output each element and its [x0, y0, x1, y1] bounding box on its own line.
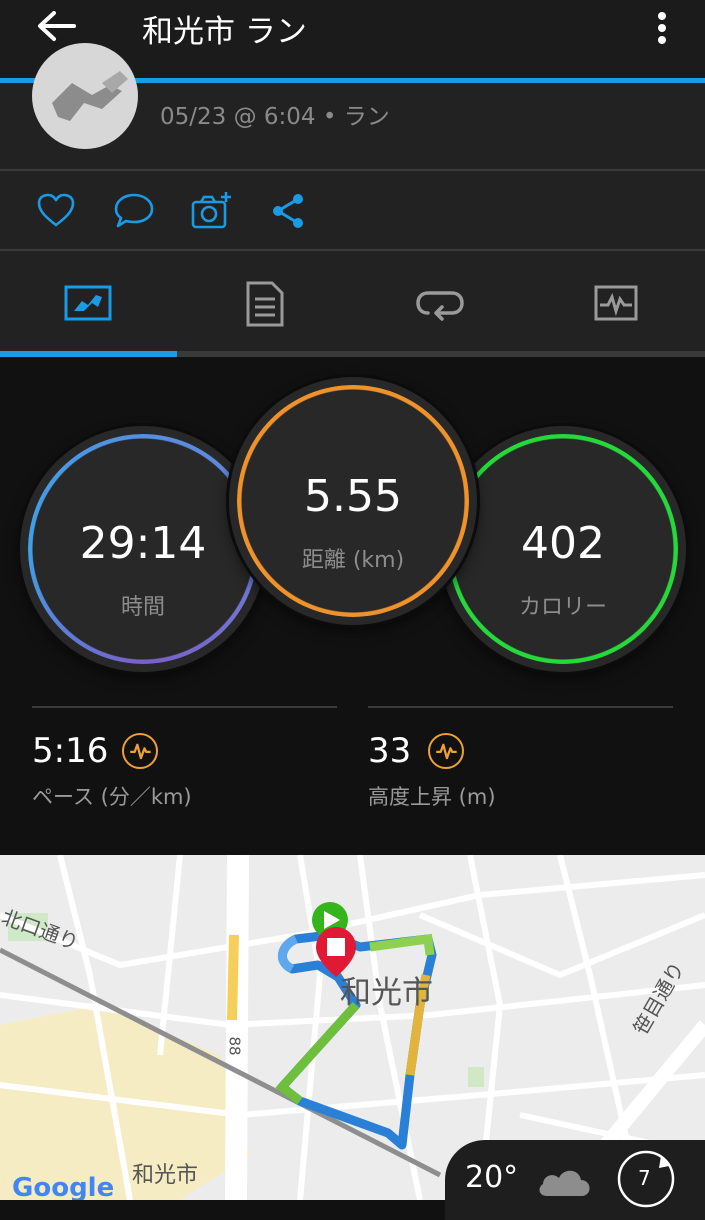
page-title: 和光市 ラン [142, 14, 307, 50]
tab-overview-icon[interactable] [62, 279, 114, 327]
temperature-value: 20° [465, 1160, 519, 1195]
wind-speed-value: 7 [638, 1166, 651, 1190]
tab-charts-icon[interactable] [590, 279, 642, 327]
avatar[interactable] [32, 43, 138, 149]
pace-label: ペース (分／km) [32, 785, 192, 809]
share-icon[interactable] [268, 189, 312, 233]
tab-bar [0, 251, 705, 353]
add-photo-icon[interactable] [190, 189, 234, 233]
distance-label: 距離 (km) [301, 548, 405, 573]
back-arrow-icon[interactable] [34, 8, 78, 44]
divider [368, 706, 673, 708]
activity-header: 05/23 @ 6:04 • ラン [0, 43, 705, 170]
map-road-number: 88 [225, 1036, 244, 1056]
comment-icon[interactable] [112, 189, 156, 233]
divider [32, 706, 337, 708]
stats-panel: 29:14 時間 402 カロリー 5.55 距離 (km) 5:16 ペース … [0, 357, 705, 855]
more-menu-icon[interactable] [650, 8, 674, 48]
time-label: 時間 [120, 595, 165, 620]
action-bar [0, 171, 705, 249]
calories-label: カロリー [518, 595, 607, 620]
weather-badge[interactable]: 20° 7 [445, 1140, 705, 1220]
elevation-value: 33 [368, 731, 412, 771]
map-city-label: 和光市 [340, 975, 433, 1011]
pace-value: 5:16 [32, 731, 109, 771]
tab-details-icon[interactable] [238, 279, 290, 327]
like-icon[interactable] [34, 189, 78, 233]
distance-value: 5.55 [304, 471, 402, 522]
google-logo: Google [12, 1173, 115, 1200]
elevation-label: 高度上昇 (m) [368, 785, 496, 809]
distance-stat-circle[interactable]: 5.55 距離 (km) [229, 377, 477, 625]
cloudy-icon [539, 1170, 590, 1196]
tab-laps-icon[interactable] [414, 279, 466, 327]
runner-silhouette-icon [52, 71, 128, 121]
pace-chart-icon[interactable] [122, 733, 158, 769]
activity-date-type: 05/23 @ 6:04 • ラン [160, 104, 390, 130]
elevation-chart-icon[interactable] [428, 733, 464, 769]
map-station-label: 和光市 [132, 1163, 199, 1188]
